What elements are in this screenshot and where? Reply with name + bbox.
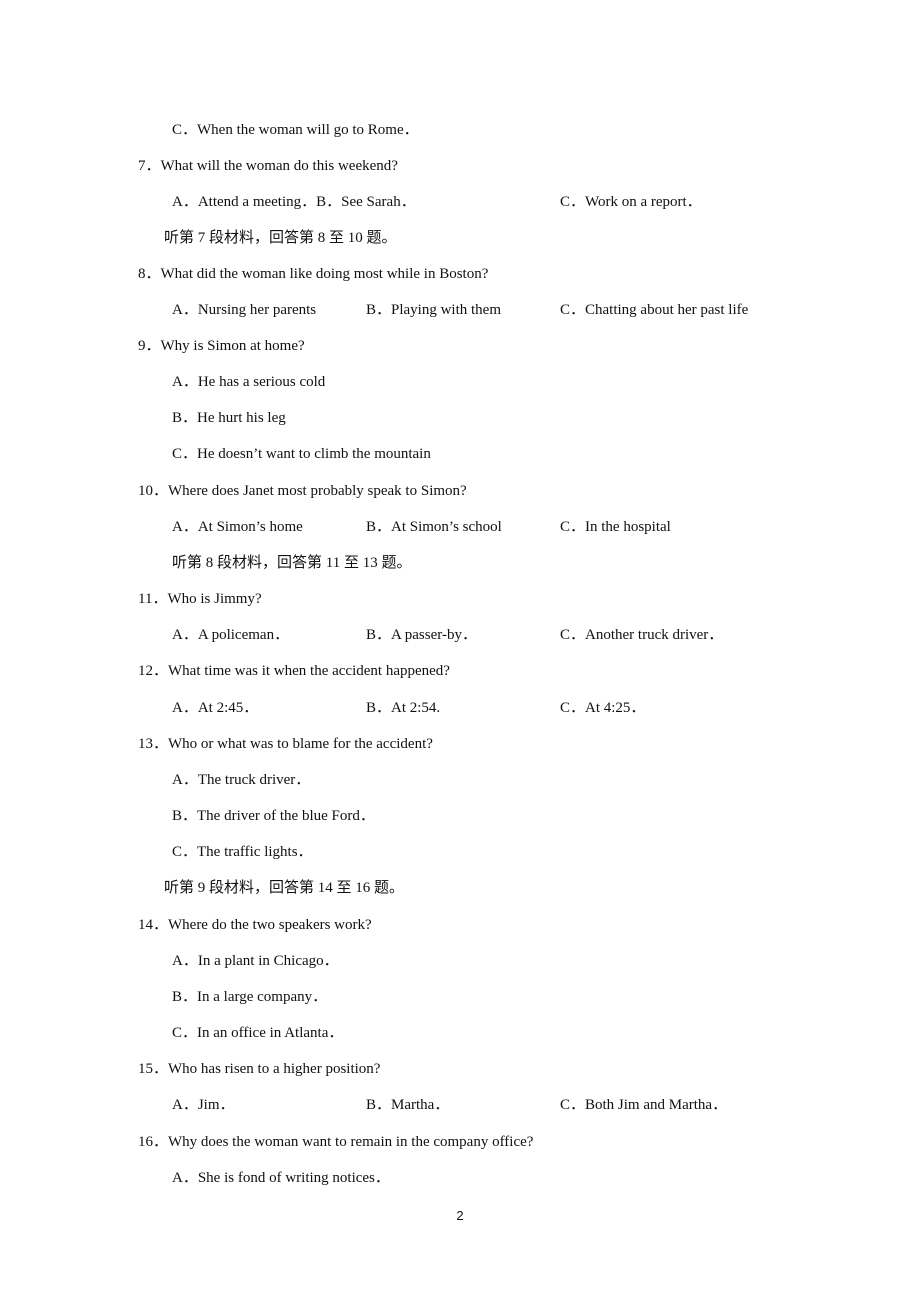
option-14b: B．In a large company． bbox=[172, 989, 328, 1005]
option-12a: A．At 2:45． bbox=[172, 700, 259, 716]
option-14a: A．In a plant in Chicago． bbox=[172, 953, 339, 969]
option-12b: B．At 2:54. bbox=[366, 700, 441, 716]
option-9b: B．He hurt his leg bbox=[172, 410, 286, 426]
question-16: 16．Why does the woman want to remain in … bbox=[138, 1134, 534, 1150]
option-10c: C．In the hospital bbox=[560, 519, 671, 535]
question-11: 11．Who is Jimmy? bbox=[138, 591, 262, 607]
question-14: 14．Where do the two speakers work? bbox=[138, 917, 372, 933]
option-8b: B．Playing with them bbox=[366, 302, 502, 318]
option-14c: C．In an office in Atlanta． bbox=[172, 1025, 344, 1041]
question-7: 7．What will the woman do this weekend? bbox=[138, 158, 398, 174]
option-13a: A．The truck driver． bbox=[172, 772, 311, 788]
section-note-9: 听第 9 段材料，回答第 14 至 16 题。 bbox=[164, 880, 405, 896]
option-8a: A．Nursing her parents bbox=[172, 302, 317, 318]
option-13c: C．The traffic lights． bbox=[172, 844, 313, 860]
question-12: 12．What time was it when the accident ha… bbox=[138, 663, 450, 679]
section-note-8: 听第 8 段材料，回答第 11 至 13 题。 bbox=[172, 555, 412, 571]
question-9: 9．Why is Simon at home? bbox=[138, 338, 305, 354]
option-8c: C．Chatting about her past life bbox=[560, 302, 749, 318]
option-11b: B．A passer-by． bbox=[366, 627, 477, 643]
option-7a-7b: A．Attend a meeting．B．See Sarah． bbox=[172, 194, 416, 210]
question-10: 10．Where does Janet most probably speak … bbox=[138, 483, 467, 499]
option-15c: C．Both Jim and Martha． bbox=[560, 1097, 728, 1113]
option-15a: A．Jim． bbox=[172, 1097, 235, 1113]
question-15: 15．Who has risen to a higher position? bbox=[138, 1061, 381, 1077]
option-10b: B．At Simon’s school bbox=[366, 519, 502, 535]
question-8: 8．What did the woman like doing most whi… bbox=[138, 266, 489, 282]
option-9a: A．He has a serious cold bbox=[172, 374, 326, 390]
option-7c: C．Work on a report． bbox=[560, 194, 702, 210]
option-9c: C．He doesn’t want to climb the mountain bbox=[172, 446, 431, 462]
section-note-7: 听第 7 段材料，回答第 8 至 10 题。 bbox=[164, 230, 397, 246]
option-16a: A．She is fond of writing notices． bbox=[172, 1170, 390, 1186]
page-number: 2 bbox=[456, 1208, 464, 1223]
option-11c: C．Another truck driver． bbox=[560, 627, 724, 643]
option-10a: A．At Simon’s home bbox=[172, 519, 303, 535]
question-13: 13．Who or what was to blame for the acci… bbox=[138, 736, 433, 752]
option-11a: A．A policeman． bbox=[172, 627, 290, 643]
option-12c: C．At 4:25． bbox=[560, 700, 646, 716]
option-6c: C．When the woman will go to Rome． bbox=[172, 122, 419, 138]
option-15b: B．Martha． bbox=[366, 1097, 450, 1113]
option-13b: B．The driver of the blue Ford． bbox=[172, 808, 375, 824]
